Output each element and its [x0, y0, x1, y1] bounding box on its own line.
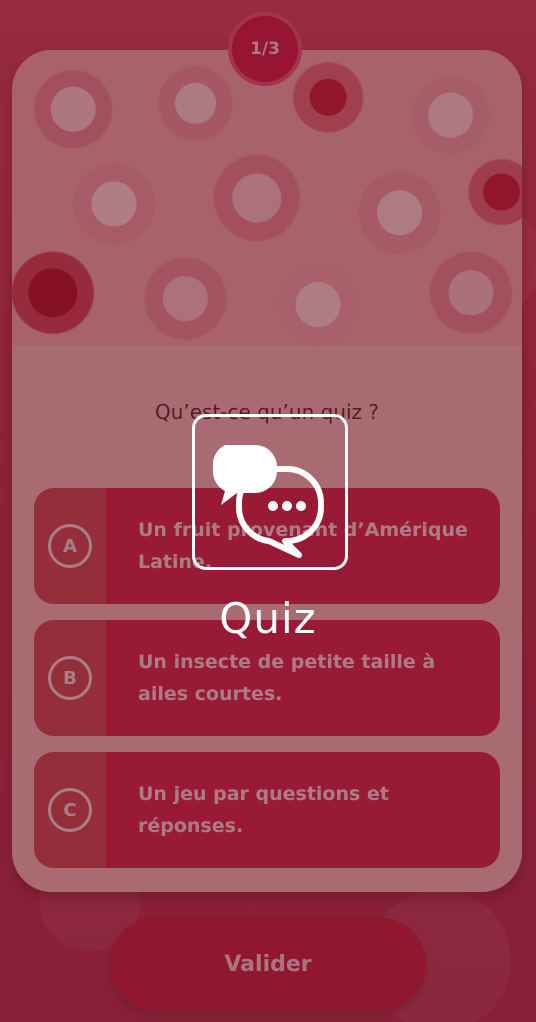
quiz-label: Quiz [219, 594, 317, 643]
chat-bubbles-icon [192, 414, 348, 570]
